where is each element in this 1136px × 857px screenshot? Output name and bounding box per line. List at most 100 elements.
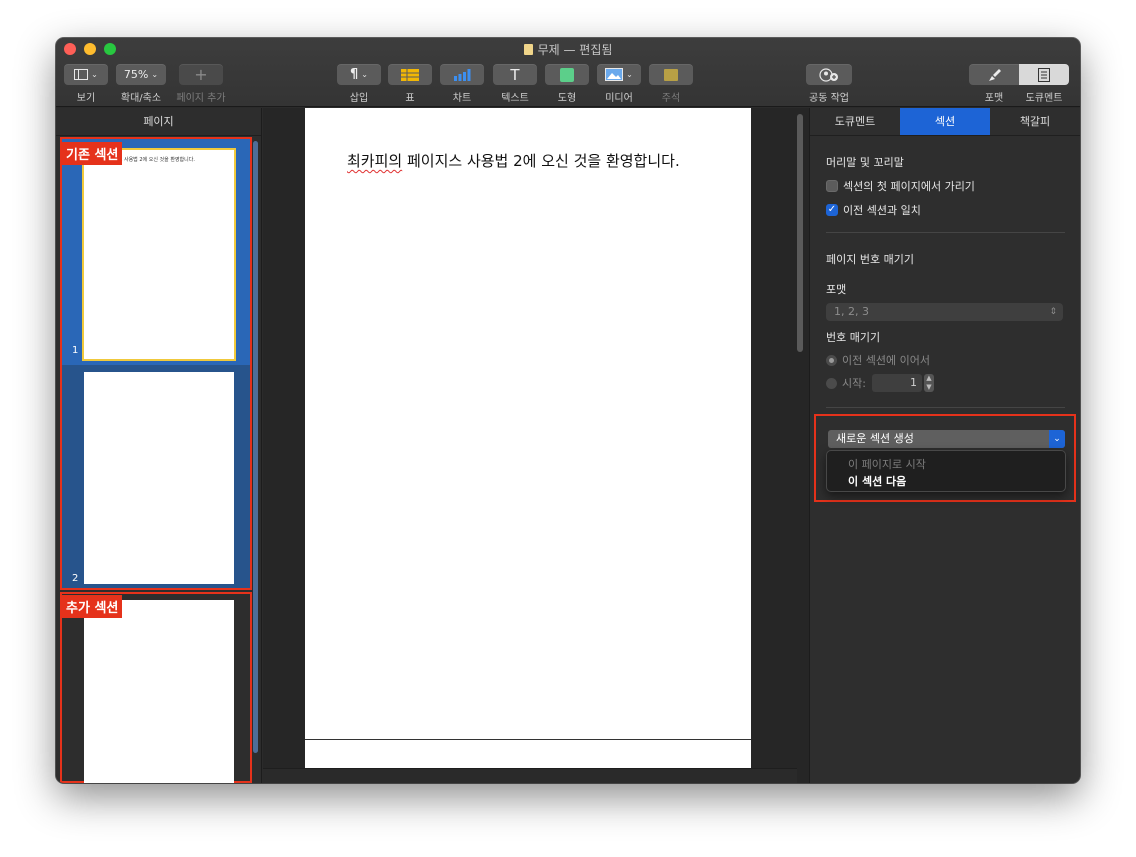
tab-section[interactable]: 섹션: [900, 108, 990, 135]
misspelled-word: 최카피의: [347, 152, 403, 170]
document-page[interactable]: 최카피의 페이지스 사용법 2에 오신 것을 환영합니다.: [305, 108, 751, 768]
media-tool[interactable]: ⌄ 미디어: [597, 64, 641, 104]
shape-button[interactable]: [545, 64, 589, 85]
updown-chevron-icon: ⇕: [1049, 307, 1057, 317]
added-section-group: 추가 섹션: [60, 592, 252, 783]
insert-label: 삽입: [349, 93, 369, 104]
photo-icon: [605, 68, 624, 81]
continue-previous-radio[interactable]: 이전 섹션에 이어서: [826, 352, 930, 368]
chevron-down-icon: ⌄: [626, 70, 633, 79]
window-title: 무제 — 편집됨: [56, 41, 1080, 58]
radio-unselected[interactable]: [826, 377, 837, 389]
menu-item-start-with-this-page[interactable]: 이 페이지로 시작: [848, 456, 926, 472]
existing-section-group: 최카피의 페이지스 사용법 2에 오신 것을 환영합니다. 1 2 기존 섹션: [60, 137, 252, 590]
view-button[interactable]: ⌄: [64, 64, 108, 85]
hide-first-page-checkbox[interactable]: 섹션의 첫 페이지에서 가리기: [826, 178, 975, 194]
sidebar-title: 페이지: [56, 108, 261, 136]
chart-label: 차트: [452, 93, 472, 104]
collaborate-tool[interactable]: 공동 작업: [804, 64, 854, 104]
match-previous-label: 이전 섹션과 일치: [843, 204, 921, 217]
media-label: 미디어: [605, 93, 633, 104]
shape-tool[interactable]: 도형: [545, 64, 589, 104]
tab-bookmarks[interactable]: 책갈피: [990, 108, 1080, 135]
radio-selected[interactable]: [826, 354, 837, 366]
continue-previous-label: 이전 섹션에 이어서: [842, 354, 930, 367]
canvas-vertical-scrollbar[interactable]: [797, 114, 803, 352]
menu-item-after-this-section[interactable]: 이 섹션 다음: [848, 473, 906, 489]
start-at-radio[interactable]: 시작: 1 ▲ ▼: [826, 374, 934, 392]
document-inspector: 도큐멘트 섹션 책갈피 머리말 및 꼬리말 섹션의 첫 페이지에서 가리기 ✓ …: [809, 108, 1080, 783]
format-label: 포맷: [984, 93, 1004, 104]
chart-button[interactable]: [440, 64, 484, 85]
checkbox-unchecked[interactable]: [826, 180, 838, 192]
media-button[interactable]: ⌄: [597, 64, 641, 85]
hide-first-page-label: 섹션의 첫 페이지에서 가리기: [843, 180, 975, 193]
page-thumbnail-3[interactable]: [84, 600, 234, 783]
text-t-icon: T: [510, 65, 520, 84]
collaborate-label: 공동 작업: [809, 93, 849, 104]
add-page-button[interactable]: +: [179, 64, 223, 85]
match-previous-checkbox[interactable]: ✓ 이전 섹션과 일치: [826, 202, 921, 218]
add-page-label: 페이지 추가: [176, 93, 226, 104]
inspector-tabs: 도큐멘트 섹션 책갈피: [810, 108, 1080, 136]
chevron-down-icon: ⌄: [361, 70, 368, 79]
view-label: 보기: [76, 93, 96, 104]
start-number-stepper[interactable]: ▲ ▼: [923, 374, 934, 392]
paintbrush-icon: [989, 68, 1001, 81]
chevron-down-icon[interactable]: ⌄: [1049, 430, 1065, 448]
page-thumbnail-2[interactable]: [84, 372, 234, 584]
page-number-2: 2: [72, 573, 79, 584]
insert-tool[interactable]: ¶ ⌄ 삽입: [337, 64, 381, 104]
insert-button[interactable]: ¶ ⌄: [337, 64, 381, 85]
pages-window: 무제 — 편집됨 ⌄ 보기 75% ⌄ 확대/축소 + 페이지 추가 ¶ ⌄ 삽…: [56, 38, 1080, 783]
collaborate-button[interactable]: [806, 64, 852, 85]
text-label: 텍스트: [501, 93, 529, 104]
page-thumbnail-1[interactable]: 최카피의 페이지스 사용법 2에 오신 것을 환영합니다.: [82, 148, 236, 361]
comment-note-icon: [664, 68, 678, 81]
page-thumbnails-sidebar: 페이지 최카피의 페이지스 사용법 2에 오신 것을 환영합니다. 1 2 기존…: [56, 108, 262, 783]
toolbar: 무제 — 편집됨 ⌄ 보기 75% ⌄ 확대/축소 + 페이지 추가 ¶ ⌄ 삽…: [56, 38, 1080, 107]
text-tool[interactable]: T 텍스트: [493, 64, 537, 104]
tab-document[interactable]: 도큐멘트: [810, 108, 900, 135]
divider: [826, 407, 1065, 408]
zoom-value: 75%: [123, 68, 149, 81]
comment-tool[interactable]: 주석: [649, 64, 693, 104]
canvas-horizontal-scrollbar[interactable]: [263, 768, 797, 783]
document-label: 도큐멘트: [1025, 93, 1063, 104]
body-text-rest: 페이지스 사용법 2에 오신 것을 환영합니다.: [402, 152, 680, 170]
number-format-select[interactable]: 1, 2, 3 ⇕: [826, 303, 1063, 321]
add-person-icon: [819, 67, 838, 82]
document-icon: [1038, 67, 1050, 82]
new-section-menu: 이 페이지로 시작 이 섹션 다음: [826, 450, 1066, 492]
plus-icon: +: [194, 65, 208, 84]
document-canvas: 최카피의 페이지스 사용법 2에 오신 것을 환영합니다.: [263, 108, 809, 783]
chevron-down-icon: ⌄: [151, 70, 159, 79]
sidebar-layout-icon: [74, 69, 89, 80]
new-section-popup-button[interactable]: 새로운 섹션 생성 ⌄: [828, 430, 1065, 448]
document-tool[interactable]: 도큐멘트: [1019, 64, 1069, 104]
zoom-label: 확대/축소: [120, 93, 162, 104]
zoom-tool[interactable]: 75% ⌄ 확대/축소: [116, 64, 166, 104]
start-number-field[interactable]: 1: [871, 374, 922, 392]
square-shape-icon: [560, 67, 574, 82]
text-button[interactable]: T: [493, 64, 537, 85]
sidebar-scrollbar[interactable]: [253, 141, 258, 753]
comment-button[interactable]: [649, 64, 693, 85]
chevron-down-icon: ⌄: [91, 70, 98, 79]
format-button[interactable]: [969, 64, 1019, 85]
checkmark-icon[interactable]: ✓: [826, 204, 838, 216]
add-page-tool[interactable]: + 페이지 추가: [174, 64, 228, 104]
added-section-annotation: 추가 섹션: [62, 595, 123, 618]
chart-tool[interactable]: 차트: [440, 64, 484, 104]
table-tool[interactable]: 표: [388, 64, 432, 104]
page-number-1: 1: [72, 345, 79, 356]
view-tool[interactable]: ⌄ 보기: [64, 64, 108, 104]
number-format-value: 1, 2, 3: [834, 305, 869, 318]
zoom-select[interactable]: 75% ⌄: [116, 64, 166, 85]
numbering-heading: 번호 매기기: [826, 331, 881, 344]
document-body-text[interactable]: 최카피의 페이지스 사용법 2에 오신 것을 환영합니다.: [347, 150, 680, 171]
format-tool[interactable]: 포맷: [969, 64, 1019, 104]
new-section-label: 새로운 섹션 생성: [836, 432, 914, 445]
document-button[interactable]: [1019, 64, 1069, 85]
table-button[interactable]: [388, 64, 432, 85]
